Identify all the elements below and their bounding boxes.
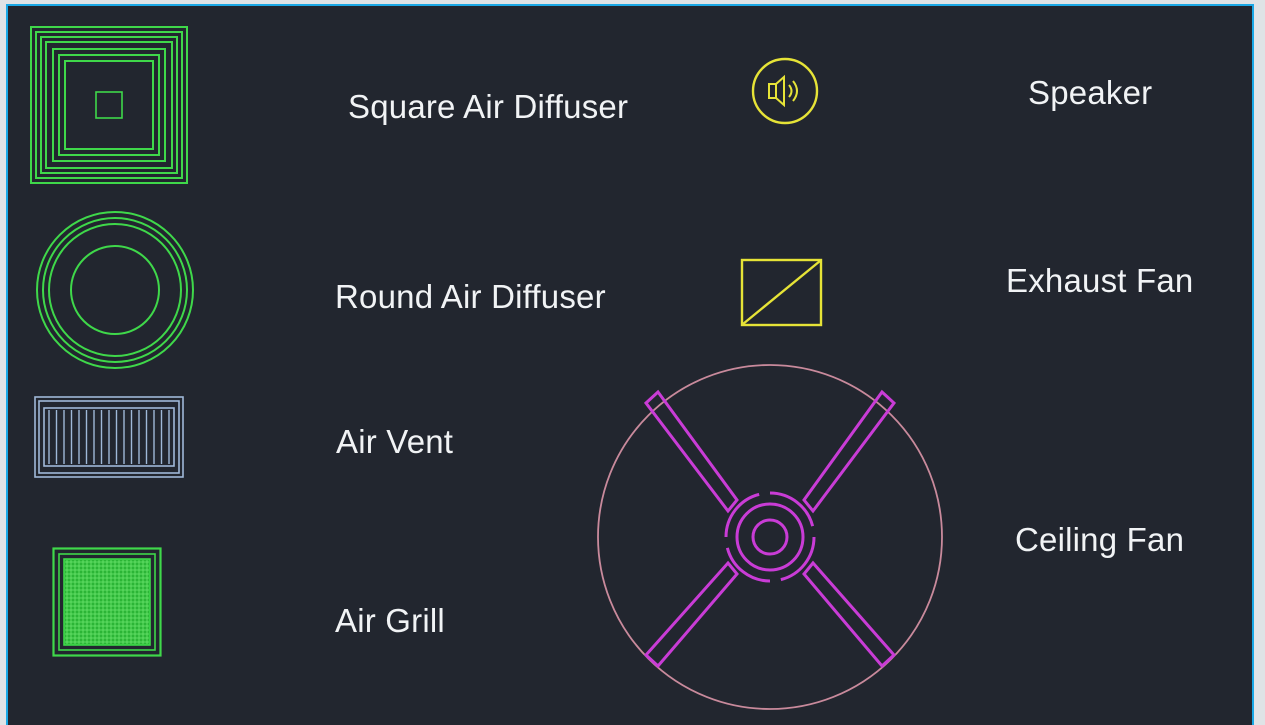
- air-vent-label: Air Vent: [336, 423, 454, 460]
- air-vent-icon: [34, 396, 186, 480]
- ceiling-fan-icon: [596, 361, 946, 713]
- speaker-icon: [750, 56, 820, 126]
- square-diffuser-icon: [30, 26, 190, 186]
- round-diffuser-label: Round Air Diffuser: [335, 278, 606, 315]
- ceiling-fan-label: Ceiling Fan: [1015, 521, 1185, 558]
- exhaust-fan-icon: [740, 258, 824, 328]
- square-diffuser-label: Square Air Diffuser: [348, 88, 629, 125]
- air-grill-icon: [52, 547, 164, 659]
- round-diffuser-icon: [34, 209, 196, 371]
- air-grill-label: Air Grill: [335, 602, 445, 639]
- legend-canvas: Square Air Diffuser Round Air Diffuser A…: [6, 4, 1254, 725]
- exhaust-fan-label: Exhaust Fan: [1006, 262, 1194, 299]
- speaker-label: Speaker: [1028, 74, 1153, 111]
